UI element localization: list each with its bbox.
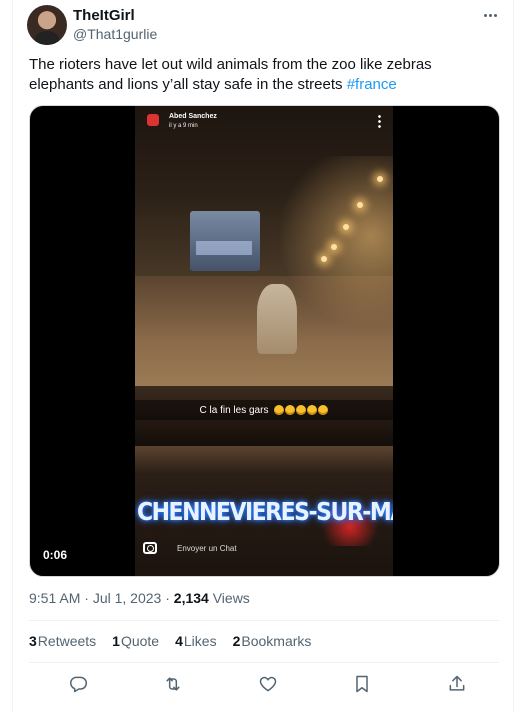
snap-menu-icon [378,114,381,128]
tweet-timestamp: 9:51 AM · Jul 1, 2023 · 2,134 Views [29,590,250,606]
retweets-stat[interactable]: 3Retweets [29,633,96,649]
laughing-emoji-icons [274,405,329,415]
video-player[interactable]: Abed Sanchez il y a 9 min C la fin les g… [29,105,500,577]
avatar[interactable] [27,5,67,45]
share-icon[interactable] [445,672,469,696]
tweet-date[interactable]: Jul 1, 2023 [93,590,162,606]
views-label: Views [208,590,250,606]
divider [29,662,499,663]
chat-prompt: Envoyer un Chat [177,544,237,553]
snap-profile-icon [147,114,159,126]
street-lamp [377,176,383,182]
video-duration-badge: 0:06 [38,546,73,564]
street-lamp [343,224,349,230]
bookmarks-stat[interactable]: 2Bookmarks [233,633,312,649]
more-icon[interactable] [479,6,501,24]
retweet-icon[interactable] [161,672,185,696]
street-lamp [321,256,327,262]
quotes-stat[interactable]: 1Quote [112,633,159,649]
tweet-text: The rioters have let out wild animals fr… [29,55,499,95]
engagement-stats: 3Retweets 1Quote 4Likes 2Bookmarks [29,633,311,649]
author-handle[interactable]: @That1gurlie [73,26,157,42]
likes-stat[interactable]: 4Likes [175,633,216,649]
snap-time: il y a 9 min [169,123,198,129]
divider [29,620,499,621]
tweet-time[interactable]: 9:51 AM [29,590,80,606]
snap-caption-bar: C la fin les gars [135,400,393,420]
snap-caption: C la fin les gars [199,404,269,416]
tweet-card: TheItGirl @That1gurlie The rioters have … [12,0,514,712]
camera-icon [143,542,157,554]
author-name[interactable]: TheItGirl [73,7,135,24]
video-frame: Abed Sanchez il y a 9 min C la fin les g… [135,106,393,576]
location-sticker: CHENNEVIERES-SUR-MARNE [137,498,393,527]
animal-figure [257,284,297,354]
views-count: 2,134 [173,590,209,606]
street-lamp [357,202,363,208]
hashtag-link[interactable]: #france [347,76,397,93]
vehicle-image [190,211,260,271]
like-icon[interactable] [256,672,280,696]
snap-username: Abed Sanchez [169,113,217,120]
bookmark-icon[interactable] [350,672,374,696]
action-bar [29,672,499,696]
street-lamp [331,244,337,250]
reply-icon[interactable] [66,672,90,696]
